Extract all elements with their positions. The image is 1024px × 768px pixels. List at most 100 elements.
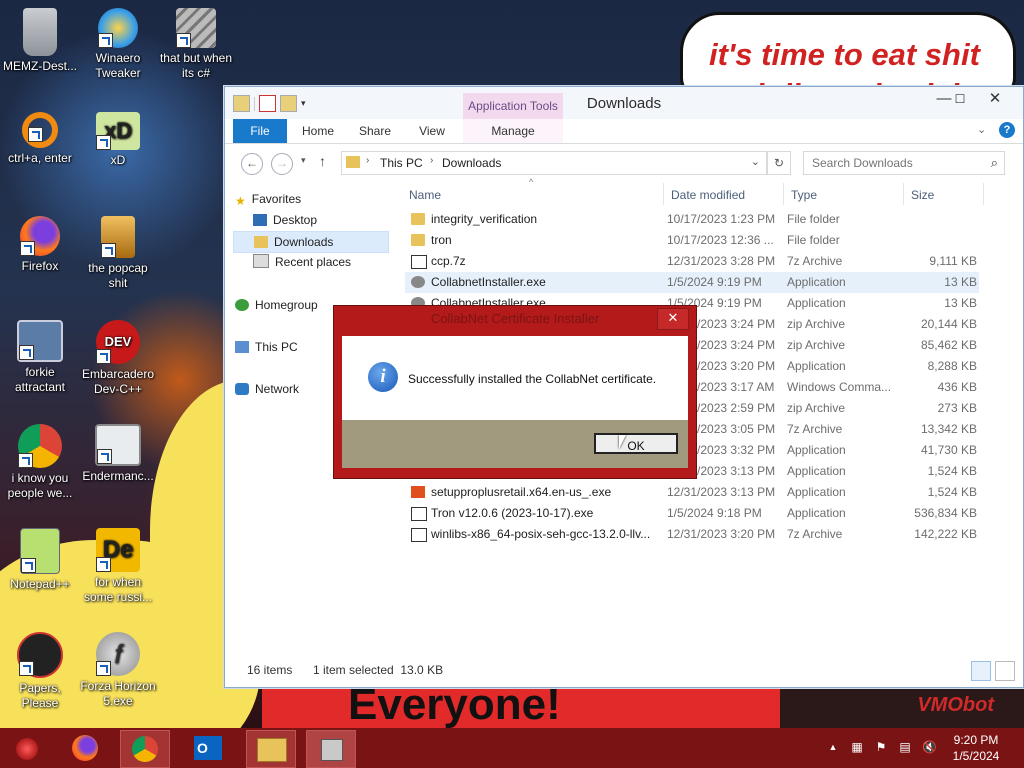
desktop-icon-memz[interactable]: MEMZ-Dest... xyxy=(2,8,78,74)
breadcrumb-downloads[interactable]: Downloads xyxy=(442,156,501,170)
nav-homegroup[interactable]: Homegroup xyxy=(235,295,318,315)
outlook-icon: O xyxy=(194,736,222,760)
file-type: 7z Archive xyxy=(787,527,843,541)
nav-network[interactable]: Network xyxy=(235,379,299,399)
file-row[interactable]: CollabnetInstaller.exe 1/5/2024 9:19 PM Ap… xyxy=(405,272,979,293)
certificate-installer-dialog[interactable]: CollabNet Certificate Installer ✕ i Succ… xyxy=(333,305,697,479)
desktop-icon-devcpp[interactable]: DEV Embarcadero Dev-C++ xyxy=(80,320,156,397)
orange-ring-icon xyxy=(22,112,58,148)
column-header-name[interactable]: Name xyxy=(409,185,441,205)
desktop-icon-forkie[interactable]: forkie attractant xyxy=(2,320,78,395)
folder-icon xyxy=(346,156,360,168)
file-type: Application xyxy=(787,443,846,457)
file-row[interactable]: ccp.7z 12/31/2023 3:28 PM 7z Archive 9,111 … xyxy=(405,251,979,272)
desktop-icon-endermanch[interactable]: Endermanc... xyxy=(80,424,156,484)
large-icons-view-button[interactable] xyxy=(995,661,1015,681)
desktop-icon-popcap[interactable]: the popcap shit xyxy=(80,216,156,291)
maximize-button[interactable]: ☐ xyxy=(945,89,975,109)
desktop-icon-label: the popcap shit xyxy=(88,261,148,290)
file-size: 13,342 KB xyxy=(920,422,977,436)
tab-file[interactable]: File xyxy=(233,119,287,143)
file-date-modified: 12/31/2023 3:13 PM xyxy=(667,485,776,499)
desktop-icon-ctrl-a[interactable]: ctrl+a, enter xyxy=(2,112,78,166)
close-button[interactable]: ✕ xyxy=(977,89,1013,109)
recent-locations-chevron-icon[interactable]: ▾ xyxy=(301,155,306,166)
back-button[interactable]: ← xyxy=(241,153,263,175)
forward-button[interactable]: → xyxy=(271,153,293,175)
address-bar[interactable]: › This PC › Downloads ⌄ xyxy=(341,151,767,175)
column-divider[interactable] xyxy=(983,183,984,205)
windows-update-icon[interactable]: ▦ xyxy=(850,740,864,754)
taskbar-firefox[interactable] xyxy=(62,730,110,766)
installer-icon xyxy=(321,739,343,761)
desktop-icon-notepadpp[interactable]: Notepad++ xyxy=(2,528,78,592)
desktop-icon-de[interactable]: De for when some russi... xyxy=(80,528,156,605)
nav-this-pc[interactable]: This PC xyxy=(235,337,298,357)
column-divider[interactable] xyxy=(783,183,784,205)
column-divider[interactable] xyxy=(903,183,904,205)
desktop-icon-chrome[interactable]: i know you people we... xyxy=(2,424,78,501)
file-row[interactable]: setupproplusretail.x64.en-us_.exe 12/31/2… xyxy=(405,482,979,503)
app-window-icon xyxy=(95,424,141,466)
nav-favorites[interactable]: ★ Favorites xyxy=(235,189,301,209)
file-size: 41,730 KB xyxy=(920,443,977,457)
file-date-modified: 12/31/2023 3:28 PM xyxy=(667,254,776,268)
taskbar-file-explorer[interactable] xyxy=(246,730,296,768)
refresh-button[interactable]: ↻ xyxy=(767,151,791,175)
desktop-icon-csharp[interactable]: that but when its c# xyxy=(158,8,234,81)
column-header-date[interactable]: Date modified xyxy=(671,185,745,205)
breadcrumb-this-pc[interactable]: This PC xyxy=(380,156,423,170)
recycle-bin-icon xyxy=(23,8,57,56)
file-row[interactable]: winlibs-x86_64-posix-seh-gcc-13.2.0-llv.… xyxy=(405,524,979,545)
details-view-button[interactable] xyxy=(971,661,991,681)
sort-ascending-icon: ^ xyxy=(529,177,534,187)
window-titlebar[interactable]: ▾ Application Tools Downloads — ☐ ✕ xyxy=(225,87,1023,119)
column-header-type[interactable]: Type xyxy=(791,185,817,205)
show-hidden-icons-icon[interactable]: ▲ xyxy=(826,740,840,754)
taskbar-clock[interactable]: 9:20 PM 1/5/2024 xyxy=(928,732,1024,764)
column-divider[interactable] xyxy=(663,183,664,205)
action-center-flag-icon[interactable]: ⚑ xyxy=(874,740,888,754)
tab-share[interactable]: Share xyxy=(351,119,399,143)
search-icon[interactable]: ⌕ xyxy=(991,155,998,171)
chevron-down-icon[interactable]: ⌄ xyxy=(751,155,760,168)
nav-desktop[interactable]: Desktop xyxy=(253,210,317,230)
wallpaper-corner-art: VMObot xyxy=(780,688,1024,728)
nav-recent-places[interactable]: Recent places xyxy=(253,252,351,272)
file-type: Application xyxy=(787,296,846,310)
ribbon-expand-icon[interactable]: ⌄ xyxy=(977,123,986,136)
search-box[interactable]: ⌕ xyxy=(803,151,1005,175)
tab-view[interactable]: View xyxy=(409,119,455,143)
search-input[interactable] xyxy=(810,155,984,171)
file-row[interactable]: Tron v12.0.6 (2023-10-17).exe 1/5/2024 9:… xyxy=(405,503,979,524)
desktop-icon-forza[interactable]: f Forza Horizon 5.exe xyxy=(80,632,156,709)
tab-home[interactable]: Home xyxy=(295,119,341,143)
desktop-icon-papers-please[interactable]: Papers, Please xyxy=(2,632,78,711)
network-status-icon[interactable]: ▤ xyxy=(898,740,912,754)
nav-label: Favorites xyxy=(251,192,302,206)
nav-label: Network xyxy=(255,382,300,396)
file-date-modified: 10/17/2023 12:36 ... xyxy=(667,233,774,247)
desktop-icon-winaero[interactable]: Winaero Tweaker xyxy=(80,8,156,81)
taskbar-chrome[interactable] xyxy=(120,730,170,768)
chrome-icon xyxy=(132,736,158,762)
computer-icon xyxy=(235,341,249,353)
file-row[interactable]: tron 10/17/2023 12:36 ... File folder xyxy=(405,230,979,251)
window-title: Downloads xyxy=(586,95,662,112)
desktop-icon-xd[interactable]: xD xD xyxy=(80,112,156,168)
dialog-close-button[interactable]: ✕ xyxy=(657,308,689,330)
column-header-size[interactable]: Size xyxy=(911,185,934,205)
file-row[interactable]: integrity_verification 10/17/2023 1:23 PM… xyxy=(405,209,979,230)
desktop-icon-firefox[interactable]: Firefox xyxy=(2,216,78,274)
tab-manage[interactable]: Manage xyxy=(463,119,563,143)
zip-file-icon xyxy=(411,528,427,542)
zip-file-icon xyxy=(411,507,427,521)
nav-downloads[interactable]: Downloads xyxy=(233,231,389,253)
up-button[interactable]: ↑ xyxy=(319,153,326,169)
ok-button[interactable]: OK xyxy=(594,433,678,454)
taskbar-outlook[interactable]: O xyxy=(184,730,232,766)
help-icon[interactable]: ? xyxy=(999,122,1015,138)
start-button[interactable] xyxy=(4,730,52,766)
taskbar-installer[interactable] xyxy=(306,730,356,768)
file-name: setupproplusretail.x64.en-us_.exe xyxy=(431,485,612,499)
